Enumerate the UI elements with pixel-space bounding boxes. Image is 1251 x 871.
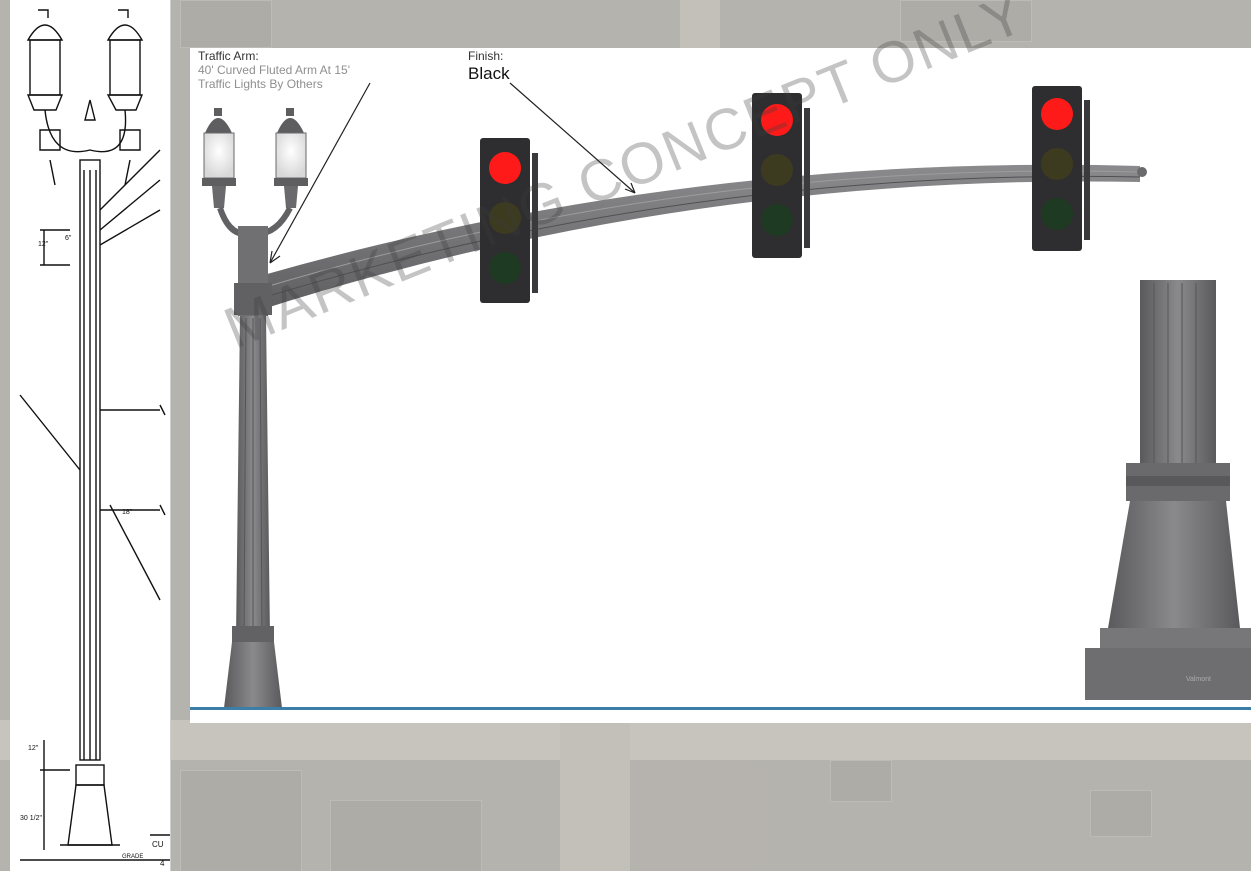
traffic-arm-heading: Traffic Arm: [198,49,259,63]
luminaire-left [202,108,236,208]
finish-value: Black [468,63,510,83]
traffic-arm-line2: Traffic Lights By Others [198,76,323,91]
luminaire-right [274,108,308,208]
dim-18-label: 18" [122,509,133,516]
finish-heading: Finish: [468,49,504,63]
dim-30-label: 30 1/2" [20,815,42,822]
base-detail [1085,280,1251,700]
pole-line-drawing: 6" 12" 18" 12" 30 1/2" GRADE CU 4 [19,9,170,868]
finish-callout: Finish: Black [468,49,510,83]
grade-label: GRADE [122,854,143,860]
technical-drawing-panel: 6" 12" 18" 12" 30 1/2" GRADE CU 4 [10,0,171,871]
cu-label: CU [152,840,164,849]
dim-12-top-label: 12" [38,241,49,248]
dim-6-label: 6" [65,235,72,242]
four-label: 4 [160,859,165,868]
traffic-arm-callout: Traffic Arm: 40' Curved Fluted Arm At 15… [198,49,350,91]
traffic-signal-3 [1032,86,1090,251]
accent-line [190,707,1251,710]
traffic-arm-line1: 40' Curved Fluted Arm At 15' [198,62,350,77]
dim-12-bottom-label: 12" [28,745,39,752]
brand-mark: Valmont [1185,676,1211,683]
